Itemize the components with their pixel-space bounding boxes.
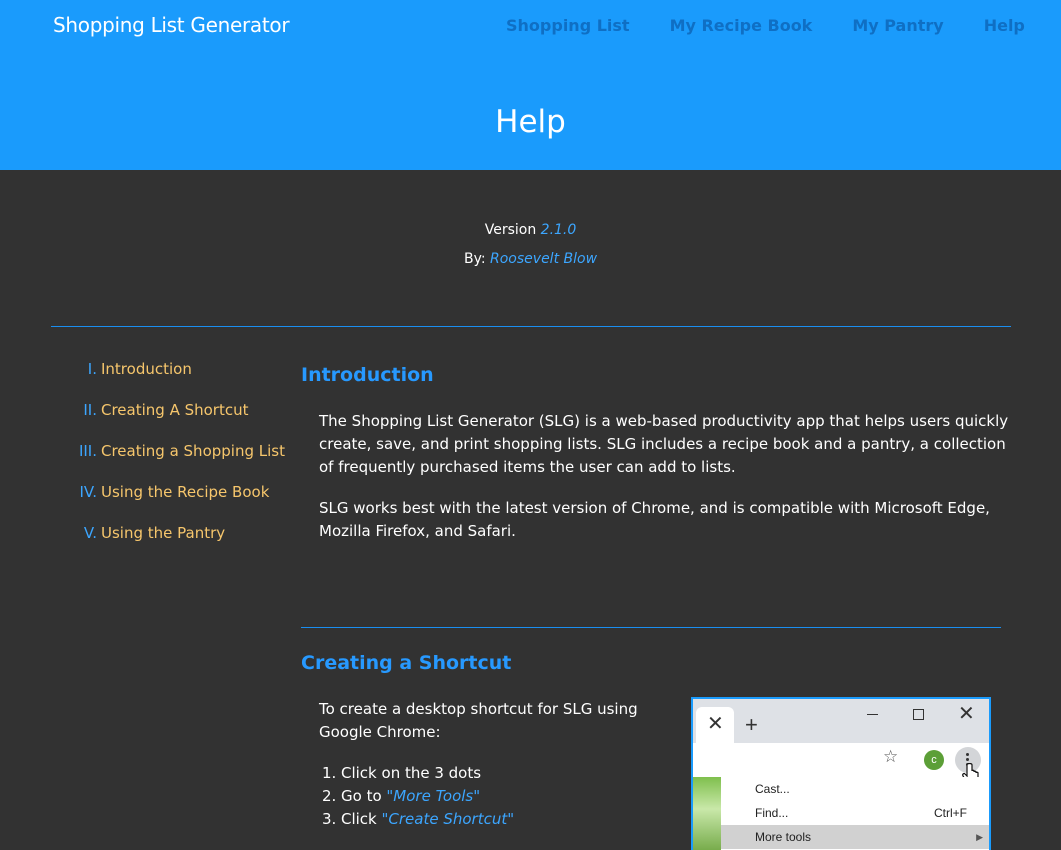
toc-item-creating-shopping-list[interactable]: III. Creating a Shopping List bbox=[60, 442, 285, 483]
menu-item-cast: Cast... bbox=[755, 782, 790, 796]
version-info: Version 2.1.0 By: Roosevelt Blow bbox=[0, 222, 1061, 280]
nav-shopping-list[interactable]: Shopping List bbox=[506, 16, 630, 35]
toc-label[interactable]: Introduction bbox=[101, 360, 192, 378]
step-number: 2. bbox=[322, 787, 337, 805]
close-icon: ✕ bbox=[707, 713, 724, 735]
more-tools-link: "More Tools" bbox=[386, 787, 481, 805]
star-icon: ☆ bbox=[883, 747, 899, 766]
table-of-contents: I. Introduction II. Creating A Shortcut … bbox=[60, 360, 285, 565]
toc-number: III. bbox=[78, 442, 97, 460]
main-nav: Shopping List My Recipe Book My Pantry H… bbox=[506, 16, 1025, 35]
intro-paragraph-2: SLG works best with the latest version o… bbox=[319, 499, 990, 540]
toc-label[interactable]: Creating a Shopping List bbox=[101, 442, 285, 460]
version-label: Version bbox=[484, 222, 537, 238]
divider bbox=[51, 326, 1011, 327]
shortcut-intro-text: To create a desktop shortcut for SLG usi… bbox=[319, 700, 638, 741]
plus-icon: + bbox=[745, 712, 758, 737]
app-title[interactable]: Shopping List Generator bbox=[53, 13, 290, 37]
toc-label[interactable]: Using the Recipe Book bbox=[101, 483, 269, 501]
section-divider bbox=[301, 627, 1001, 628]
version-number: 2.1.0 bbox=[540, 222, 577, 238]
menu-item-find: Find... Ctrl+F bbox=[755, 806, 967, 820]
author-link[interactable]: Roosevelt Blow bbox=[490, 251, 597, 267]
intro-paragraph-1: The Shopping List Generator (SLG) is a w… bbox=[319, 412, 1009, 476]
step-number: 3. bbox=[322, 810, 337, 828]
toc-item-creating-shortcut[interactable]: II. Creating A Shortcut bbox=[60, 401, 285, 442]
toc-label[interactable]: Creating A Shortcut bbox=[101, 401, 249, 419]
step-item: 3. Click "Create Shortcut" bbox=[322, 808, 514, 831]
nav-help[interactable]: Help bbox=[984, 16, 1025, 35]
page-thumbnail bbox=[693, 777, 721, 850]
step-text: Click on the 3 dots bbox=[341, 764, 482, 782]
toc-label[interactable]: Using the Pantry bbox=[101, 524, 225, 542]
shortcut-steps: 1. Click on the 3 dots 2. Go to "More To… bbox=[322, 762, 514, 831]
step-text: Click bbox=[341, 810, 382, 828]
menu-item-more-tools: More tools ▶ bbox=[721, 825, 989, 849]
toc-number: I. bbox=[87, 360, 97, 378]
toc-number: II. bbox=[83, 401, 97, 419]
window-close-icon: ✕ bbox=[958, 703, 975, 725]
author-label: By: bbox=[463, 251, 486, 267]
toc-item-pantry[interactable]: V. Using the Pantry bbox=[60, 524, 285, 565]
avatar: c bbox=[924, 750, 944, 770]
step-text: Go to bbox=[341, 787, 387, 805]
step-number: 1. bbox=[322, 764, 337, 782]
chrome-screenshot-illustration: ✕ + ✕ ☆ c Cast... Find... Ctrl+F More to… bbox=[691, 697, 991, 850]
chevron-right-icon: ▶ bbox=[976, 832, 983, 842]
nav-my-recipe-book[interactable]: My Recipe Book bbox=[670, 16, 813, 35]
toc-item-recipe-book[interactable]: IV. Using the Recipe Book bbox=[60, 483, 285, 524]
section-title-shortcut: Creating a Shortcut bbox=[301, 652, 512, 674]
toc-item-introduction[interactable]: I. Introduction bbox=[60, 360, 285, 401]
page-title: Help bbox=[495, 104, 566, 140]
browser-menu: Cast... Find... Ctrl+F More tools ▶ bbox=[693, 777, 989, 850]
header-bar: Shopping List Generator Shopping List My… bbox=[0, 0, 1061, 170]
create-shortcut-link: "Create Shortcut" bbox=[381, 810, 515, 828]
section-title-introduction: Introduction bbox=[301, 364, 434, 386]
browser-toolbar: ☆ c bbox=[693, 743, 989, 785]
nav-my-pantry[interactable]: My Pantry bbox=[852, 16, 943, 35]
toc-number: IV. bbox=[79, 483, 97, 501]
step-item: 1. Click on the 3 dots bbox=[322, 762, 514, 785]
minimize-icon bbox=[867, 714, 878, 715]
browser-tab: ✕ bbox=[696, 707, 734, 743]
step-item: 2. Go to "More Tools" bbox=[322, 785, 514, 808]
maximize-icon bbox=[913, 709, 924, 720]
toc-number: V. bbox=[83, 524, 97, 542]
